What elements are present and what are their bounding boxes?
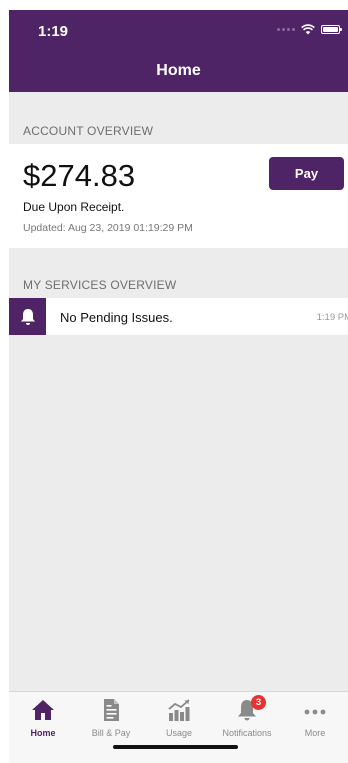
home-icon xyxy=(32,700,54,720)
status-icons xyxy=(277,24,342,35)
service-status-time: 1:19 PM xyxy=(316,312,348,323)
pay-button[interactable]: Pay xyxy=(269,157,344,190)
tab-label: Home xyxy=(30,728,56,738)
account-overview-card: $274.83 Due Upon Receipt. Updated: Aug 2… xyxy=(9,144,348,248)
wifi-icon xyxy=(301,24,315,35)
tab-usage[interactable]: Usage xyxy=(145,692,213,744)
notification-badge: 3 xyxy=(251,695,266,710)
usage-chart-icon xyxy=(168,699,190,721)
bell-icon xyxy=(9,298,46,335)
account-overview-label: ACCOUNT OVERVIEW xyxy=(23,124,154,138)
due-text: Due Upon Receipt. xyxy=(23,200,125,214)
updated-timestamp: Updated: Aug 23, 2019 01:19:29 PM xyxy=(23,222,193,234)
bill-icon xyxy=(104,699,119,721)
home-indicator[interactable] xyxy=(113,745,238,749)
balance-amount: $274.83 xyxy=(23,158,136,193)
services-overview-label: MY SERVICES OVERVIEW xyxy=(23,278,177,292)
tab-bar: Home Bill & Pay Usage 3 Notifications Mo… xyxy=(9,691,348,763)
app-screen: 1:19 Home ACCOUNT OVERVIEW $274.83 Due U… xyxy=(9,10,348,763)
tab-label: Bill & Pay xyxy=(91,728,131,738)
battery-icon xyxy=(321,25,342,34)
tab-label: More xyxy=(304,728,326,738)
tab-label: Usage xyxy=(165,728,192,738)
page-title: Home xyxy=(156,62,201,79)
tab-notifications[interactable]: 3 Notifications xyxy=(213,692,281,744)
list-item[interactable]: No Pending Issues. 1:19 PM xyxy=(9,298,348,335)
tab-home[interactable]: Home xyxy=(9,692,77,744)
tab-bill-pay[interactable]: Bill & Pay xyxy=(77,692,145,744)
tab-more[interactable]: More xyxy=(281,692,348,744)
signal-dots-icon xyxy=(277,28,295,31)
header: 1:19 Home xyxy=(9,10,348,92)
status-time: 1:19 xyxy=(38,23,69,40)
tab-label: Notifications xyxy=(222,728,272,738)
service-status-text: No Pending Issues. xyxy=(60,310,173,325)
more-dots-icon xyxy=(304,709,326,715)
